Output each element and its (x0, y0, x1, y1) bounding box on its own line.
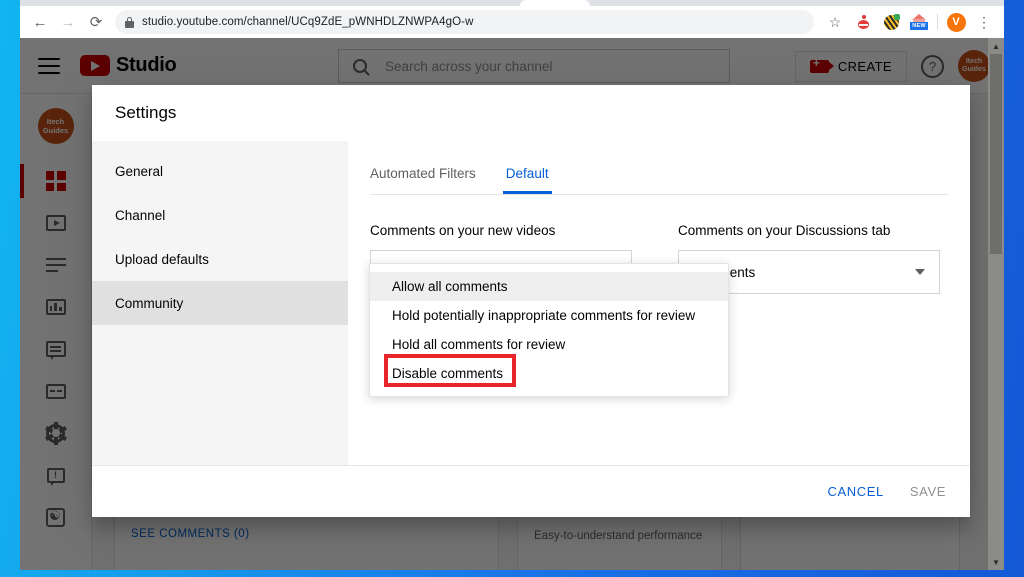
dialog-header: Settings (92, 85, 970, 141)
cancel-button[interactable]: CANCEL (828, 484, 884, 499)
adblock-extension-icon[interactable] (851, 10, 875, 34)
dialog-nav-upload-defaults[interactable]: Upload defaults (92, 237, 348, 281)
scroll-down-arrow-icon[interactable]: ▼ (988, 554, 1004, 570)
scroll-up-arrow-icon[interactable]: ▲ (988, 38, 1004, 54)
option-hold-all-comments[interactable]: Hold all comments for review (370, 330, 728, 359)
honey-extension-icon[interactable] (879, 10, 903, 34)
chevron-down-icon (915, 269, 925, 275)
option-disable-comments[interactable]: Disable comments (370, 359, 728, 388)
forward-arrow-icon[interactable]: → (54, 8, 82, 36)
lock-icon (125, 16, 134, 28)
option-hold-potentially-inappropriate[interactable]: Hold potentially inappropriate comments … (370, 301, 728, 330)
field-new-videos-label: Comments on your new videos (370, 223, 556, 238)
dialog-nav-general[interactable]: General (92, 149, 348, 193)
dialog-title: Settings (115, 103, 177, 122)
grammarly-new-extension-icon[interactable]: NEW (907, 10, 931, 34)
url-text: studio.youtube.com/channel/UCq9ZdE_pWNHD… (142, 16, 474, 28)
scrollbar-thumb[interactable] (990, 54, 1002, 254)
page-scrollbar[interactable]: ▲ ▼ (988, 38, 1004, 570)
dialog-nav-community[interactable]: Community (92, 281, 348, 325)
tab-automated-filters[interactable]: Automated Filters (370, 166, 476, 194)
browser-toolbar: ← → ⟳ studio.youtube.com/channel/UCq9ZdE… (20, 6, 1004, 38)
dialog-footer: CANCEL SAVE (92, 465, 970, 517)
star-icon[interactable]: ☆ (823, 10, 847, 34)
back-arrow-icon[interactable]: ← (26, 8, 54, 36)
field-discussions-tab-label: Comments on your Discussions tab (678, 223, 891, 238)
option-allow-all-comments[interactable]: Allow all comments (370, 272, 728, 301)
address-bar[interactable]: studio.youtube.com/channel/UCq9ZdE_pWNHD… (115, 10, 814, 34)
save-button[interactable]: SAVE (910, 484, 946, 499)
profile-initial: V (946, 12, 966, 32)
dialog-sidebar: General Channel Upload defaults Communit… (92, 141, 348, 465)
tab-default[interactable]: Default (502, 166, 552, 194)
kebab-menu-icon[interactable]: ⋮ (972, 10, 996, 34)
reload-icon[interactable]: ⟳ (82, 8, 110, 36)
toolbar-divider (937, 14, 938, 30)
comments-dropdown-listbox: Allow all comments Hold potentially inap… (369, 263, 729, 397)
browser-window: ← → ⟳ studio.youtube.com/channel/UCq9ZdE… (20, 0, 1004, 570)
dialog-nav-channel[interactable]: Channel (92, 193, 348, 237)
profile-avatar[interactable]: V (944, 10, 968, 34)
dialog-tabs: Automated Filters Default (370, 141, 948, 195)
